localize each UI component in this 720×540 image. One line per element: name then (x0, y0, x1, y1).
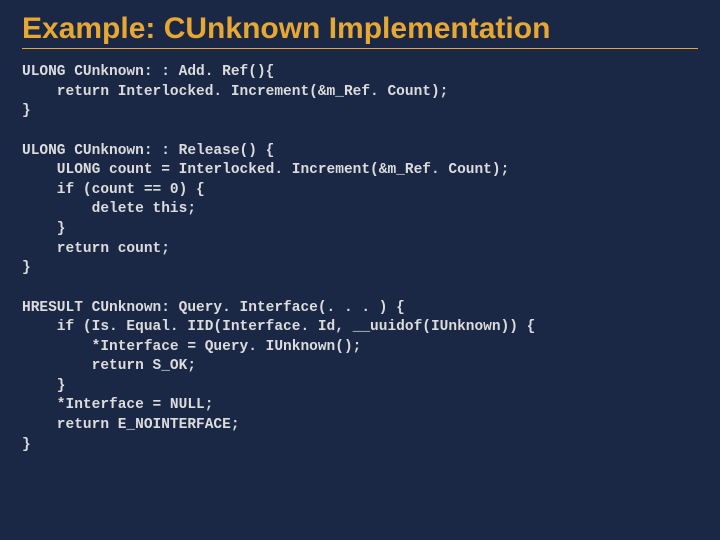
slide: Example: CUnknown Implementation ULONG C… (0, 0, 720, 540)
slide-title: Example: CUnknown Implementation (22, 12, 698, 46)
code-block-1: ULONG CUnknown: : Add. Ref(){ return Int… (22, 63, 698, 122)
code-block-2: ULONG CUnknown: : Release() { ULONG coun… (22, 142, 698, 279)
code-block-3: HRESULT CUnknown: Query. Interface(. . .… (22, 299, 698, 456)
title-underline (22, 48, 698, 49)
